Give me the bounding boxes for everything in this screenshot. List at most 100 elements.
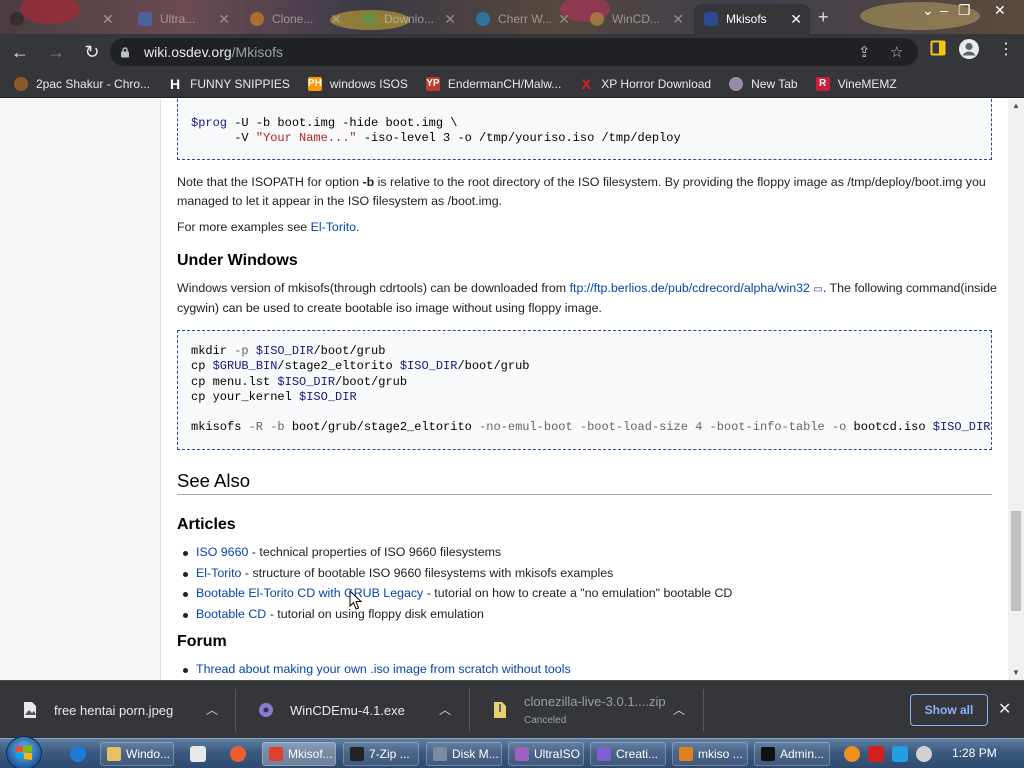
- vertical-scrollbar[interactable]: ▲ ▼: [1008, 99, 1024, 680]
- tab-close-icon[interactable]: ✕: [330, 11, 342, 28]
- internet-explorer-icon[interactable]: [70, 746, 86, 762]
- chevron-up-icon[interactable]: ︿: [439, 701, 451, 718]
- tray-network-icon[interactable]: [892, 746, 908, 762]
- reload-button[interactable]: ↻: [76, 36, 108, 68]
- tab-downloads[interactable]: Downlo... ✕: [352, 4, 464, 34]
- paint-icon[interactable]: [230, 746, 246, 762]
- media-player-icon[interactable]: [190, 746, 206, 762]
- note-option-b: -b: [362, 175, 375, 189]
- article-link[interactable]: Bootable El-Torito CD with GRUB Legacy: [196, 586, 423, 600]
- tab-mkisofs[interactable]: Mkisofs ✕: [694, 4, 810, 34]
- close-window-button[interactable]: ✕: [994, 2, 1006, 19]
- taskbar-button[interactable]: Mkisof...: [262, 742, 336, 766]
- taskbar-button[interactable]: Admin...: [754, 742, 830, 766]
- bookmark-item[interactable]: YP EndermanCH/Malw...: [425, 76, 561, 91]
- tab-favicon-icon: [476, 12, 490, 26]
- tab-close-icon[interactable]: ✕: [218, 11, 230, 28]
- scrollbar-thumb[interactable]: [1011, 511, 1021, 611]
- bookmark-label: XP Horror Download: [601, 76, 712, 91]
- tab-clonezilla[interactable]: Clone... ✕: [240, 4, 350, 34]
- tab-pinned[interactable]: [0, 4, 24, 34]
- bookmark-item[interactable]: R VineMEMZ: [815, 76, 897, 91]
- scroll-down-arrow-icon[interactable]: ▼: [1012, 668, 1020, 677]
- shelf-separator: [703, 689, 704, 731]
- bookmark-item[interactable]: PH windows ISOS: [307, 76, 408, 91]
- code-token: /boot/grub: [457, 359, 530, 374]
- tab-search-chevron-icon[interactable]: ⌄: [922, 2, 934, 19]
- tab-close-icon[interactable]: ✕: [672, 11, 684, 28]
- chevron-up-icon[interactable]: ︿: [206, 701, 218, 718]
- maximize-button[interactable]: ❐: [958, 2, 971, 19]
- tray-search-icon[interactable]: [844, 746, 860, 762]
- minimize-button[interactable]: –: [940, 2, 948, 18]
- code-token: cp: [191, 359, 213, 374]
- tab-cherr[interactable]: Cherr W... ✕: [466, 4, 578, 34]
- tab-label: Mkisofs: [726, 12, 767, 26]
- scroll-up-arrow-icon[interactable]: ▲: [1012, 101, 1020, 110]
- tray-volume-icon[interactable]: [916, 746, 932, 762]
- download-filename: free hentai porn.jpeg: [54, 702, 174, 718]
- download-item[interactable]: WinCDEmu-4.1.exe ︿: [236, 681, 470, 739]
- forward-button[interactable]: →: [40, 36, 72, 68]
- download-item[interactable]: free hentai porn.jpeg ︿: [0, 681, 236, 739]
- tray-flag-icon[interactable]: [868, 746, 884, 762]
- download-filename: clonezilla-live-3.0.1....zip: [524, 694, 666, 709]
- el-torito-link[interactable]: El-Torito: [311, 220, 356, 234]
- list-item-description: - tutorial on how to create a "no emulat…: [423, 586, 733, 600]
- back-button[interactable]: ←: [4, 36, 36, 68]
- taskbar-button[interactable]: Creati...: [590, 742, 666, 766]
- menu-kebab-icon[interactable]: ⋮: [998, 39, 1014, 59]
- tab-close-icon[interactable]: ✕: [444, 11, 456, 28]
- bookmark-item[interactable]: X XP Horror Download: [579, 76, 712, 92]
- tab-wincdemu[interactable]: WinCD... ✕: [580, 4, 692, 34]
- bookmark-item[interactable]: New Tab: [729, 76, 798, 91]
- code-token: $GRUB_BIN: [212, 359, 278, 374]
- taskbar-button[interactable]: Disk M...: [426, 742, 502, 766]
- tab-close-button[interactable]: ✕: [92, 4, 122, 34]
- bookmark-star-icon[interactable]: ☆: [890, 43, 903, 61]
- taskbar-button[interactable]: Windo...: [100, 742, 174, 766]
- chevron-up-icon[interactable]: ︿: [673, 701, 685, 718]
- close-download-shelf-icon[interactable]: ✕: [998, 699, 1011, 719]
- taskbar-button[interactable]: mkiso ...: [672, 742, 748, 766]
- berlios-ftp-link[interactable]: ftp://ftp.berlios.de/pub/cdrecord/alpha/…: [570, 281, 823, 295]
- taskbar-button[interactable]: UltraISO: [508, 742, 584, 766]
- wallpaper-splat: [20, 0, 80, 24]
- article-link[interactable]: Thread about making your own .iso image …: [196, 662, 571, 676]
- code-token: cp menu.lst: [191, 374, 278, 389]
- new-tab-button[interactable]: +: [818, 7, 829, 28]
- article-link[interactable]: Bootable CD: [196, 607, 266, 621]
- download-item-canceled[interactable]: clonezilla-live-3.0.1....zip Canceled ︿: [470, 681, 704, 739]
- arrow-right-icon: →: [47, 41, 65, 62]
- folder-icon: [107, 747, 121, 761]
- bookmark-item[interactable]: H FUNNY SNIPPIES: [168, 76, 290, 92]
- code-token: $ISO_DIR: [399, 359, 458, 374]
- mouse-cursor-icon: [349, 590, 363, 610]
- tab-close-icon[interactable]: ✕: [558, 11, 570, 28]
- article-link[interactable]: ISO 9660: [196, 545, 248, 559]
- taskbar-button-label: Admin...: [780, 747, 825, 761]
- address-bar[interactable]: wiki.osdev.org/Mkisofs ⇪ ☆: [110, 38, 918, 66]
- article-link[interactable]: El-Torito: [196, 566, 241, 580]
- profile-avatar-icon[interactable]: [958, 38, 980, 60]
- code-token: -V: [191, 131, 256, 146]
- start-button[interactable]: [6, 736, 42, 768]
- url-host: wiki.osdev.org: [144, 44, 232, 60]
- under-windows-heading: Under Windows: [177, 252, 298, 269]
- taskbar-button[interactable]: 7-Zip ...: [343, 742, 419, 766]
- share-icon[interactable]: ⇪: [858, 43, 871, 61]
- code-token: $ISO_DIR: [932, 420, 991, 435]
- tab-close-icon[interactable]: ✕: [790, 11, 802, 28]
- bookmark-item[interactable]: 2pac Shakur - Chro...: [14, 76, 150, 91]
- image-file-icon: [24, 702, 36, 718]
- code-token: mkisofs: [191, 420, 249, 435]
- arrow-left-icon: ←: [11, 41, 29, 62]
- tab-favicon-icon: [10, 12, 24, 26]
- show-all-downloads-button[interactable]: Show all: [910, 694, 988, 726]
- code-token: $ISO_DIR: [277, 374, 336, 389]
- side-panel-icon[interactable]: [930, 40, 946, 56]
- tab-ultraiso[interactable]: Ultra... ✕: [128, 4, 238, 34]
- tab-favicon-icon: [362, 12, 376, 26]
